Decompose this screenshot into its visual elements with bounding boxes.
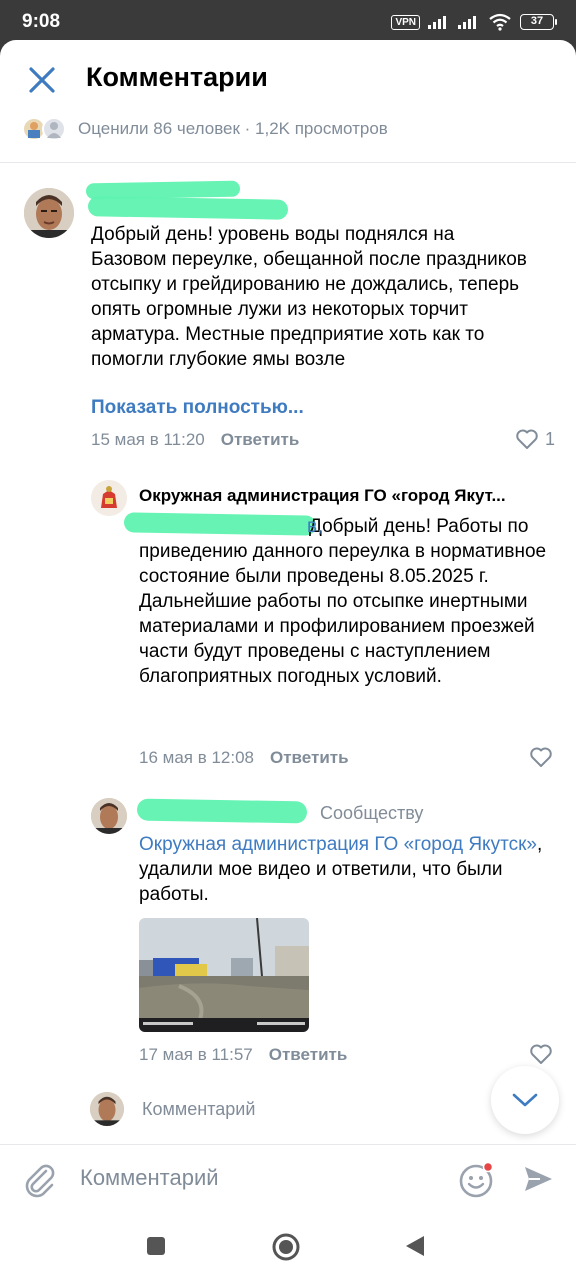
- status-icons: VPN 37: [391, 13, 557, 31]
- send-icon[interactable]: [522, 1163, 554, 1195]
- show-more-link[interactable]: Показать полностью...: [91, 397, 304, 419]
- comment-date: 15 мая в 11:20: [91, 430, 205, 449]
- author-name[interactable]: Окружная администрация ГО «город Якут...: [139, 486, 555, 506]
- heart-icon: [516, 429, 538, 449]
- hidden-author-name: [87, 196, 289, 220]
- scroll-down-button[interactable]: [491, 1066, 559, 1134]
- attach-icon[interactable]: [22, 1161, 58, 1199]
- reply-date: 17 мая в 11:57: [139, 1045, 253, 1064]
- chevron-down-icon: [512, 1093, 538, 1107]
- page-title: Комментарии: [86, 62, 268, 92]
- avatar: [90, 1092, 124, 1126]
- status-bar: 9:08 VPN 37: [0, 0, 576, 44]
- like-count: 1: [545, 428, 556, 449]
- home-icon[interactable]: [271, 1232, 301, 1262]
- attached-video-thumbnail[interactable]: [139, 918, 309, 1032]
- likes-summary[interactable]: Оценили 86 человек · 1,2K просмотров: [22, 114, 388, 144]
- avatar[interactable]: [91, 480, 127, 516]
- emoji-icon[interactable]: [458, 1161, 496, 1199]
- comment-meta: 15 мая в 11:20 Ответить: [91, 430, 299, 450]
- reply-placeholder[interactable]: Комментарий: [142, 1099, 255, 1120]
- back-icon[interactable]: [404, 1234, 426, 1258]
- reply-button[interactable]: Ответить: [221, 430, 300, 450]
- liker-avatar: [42, 117, 66, 141]
- mention-link[interactable]: Окружная администрация ГО «город Якутск»: [139, 834, 537, 855]
- reply-button[interactable]: Ответить: [269, 1045, 348, 1065]
- like-button[interactable]: 1: [515, 428, 555, 450]
- heart-icon: [530, 1044, 552, 1064]
- header: Комментарии: [0, 40, 576, 120]
- likes-count-text: Оценили 86 человек · 1,2K просмотров: [78, 119, 388, 138]
- avatar[interactable]: [91, 798, 127, 834]
- battery-icon: 37: [520, 14, 557, 30]
- close-icon[interactable]: [26, 64, 58, 96]
- system-nav-bar: [0, 1216, 576, 1280]
- reply-composer-row[interactable]: Комментарий: [90, 1092, 255, 1126]
- recent-apps-icon[interactable]: [146, 1236, 166, 1256]
- reply-text: Окружная администрация ГО «город Якутск»…: [139, 832, 559, 907]
- heart-icon: [530, 747, 552, 767]
- reply-date: 16 мая в 12:08: [139, 748, 254, 767]
- wifi-icon: [489, 13, 511, 31]
- reply-meta: 17 мая в 11:57 Ответить: [139, 1045, 347, 1065]
- reply-target[interactable]: Сообществу: [320, 803, 423, 824]
- divider: [0, 162, 576, 163]
- comment-composer: [0, 1144, 576, 1214]
- mention-suffix[interactable]: в,: [307, 514, 322, 539]
- like-button[interactable]: [529, 746, 553, 768]
- vpn-icon: VPN: [391, 14, 420, 30]
- status-time: 9:08: [22, 11, 61, 32]
- signal-icon-2: [458, 16, 476, 29]
- comment-text: Добрый день! уровень воды поднялся на Ба…: [91, 224, 527, 370]
- signal-icon: [428, 16, 446, 29]
- comments-sheet: Комментарии Оценили 86 человек · 1,2K пр…: [0, 40, 576, 1280]
- hidden-author-name: [136, 798, 308, 824]
- avatar[interactable]: [24, 188, 74, 238]
- reply-text: Добрый день! Работы по приведению данног…: [139, 516, 547, 687]
- reply-meta: 16 мая в 12:08 Ответить: [139, 748, 349, 768]
- reply-button[interactable]: Ответить: [270, 748, 349, 768]
- liker-avatars: [22, 116, 70, 142]
- like-button[interactable]: [529, 1043, 553, 1065]
- comment-input[interactable]: [80, 1165, 440, 1191]
